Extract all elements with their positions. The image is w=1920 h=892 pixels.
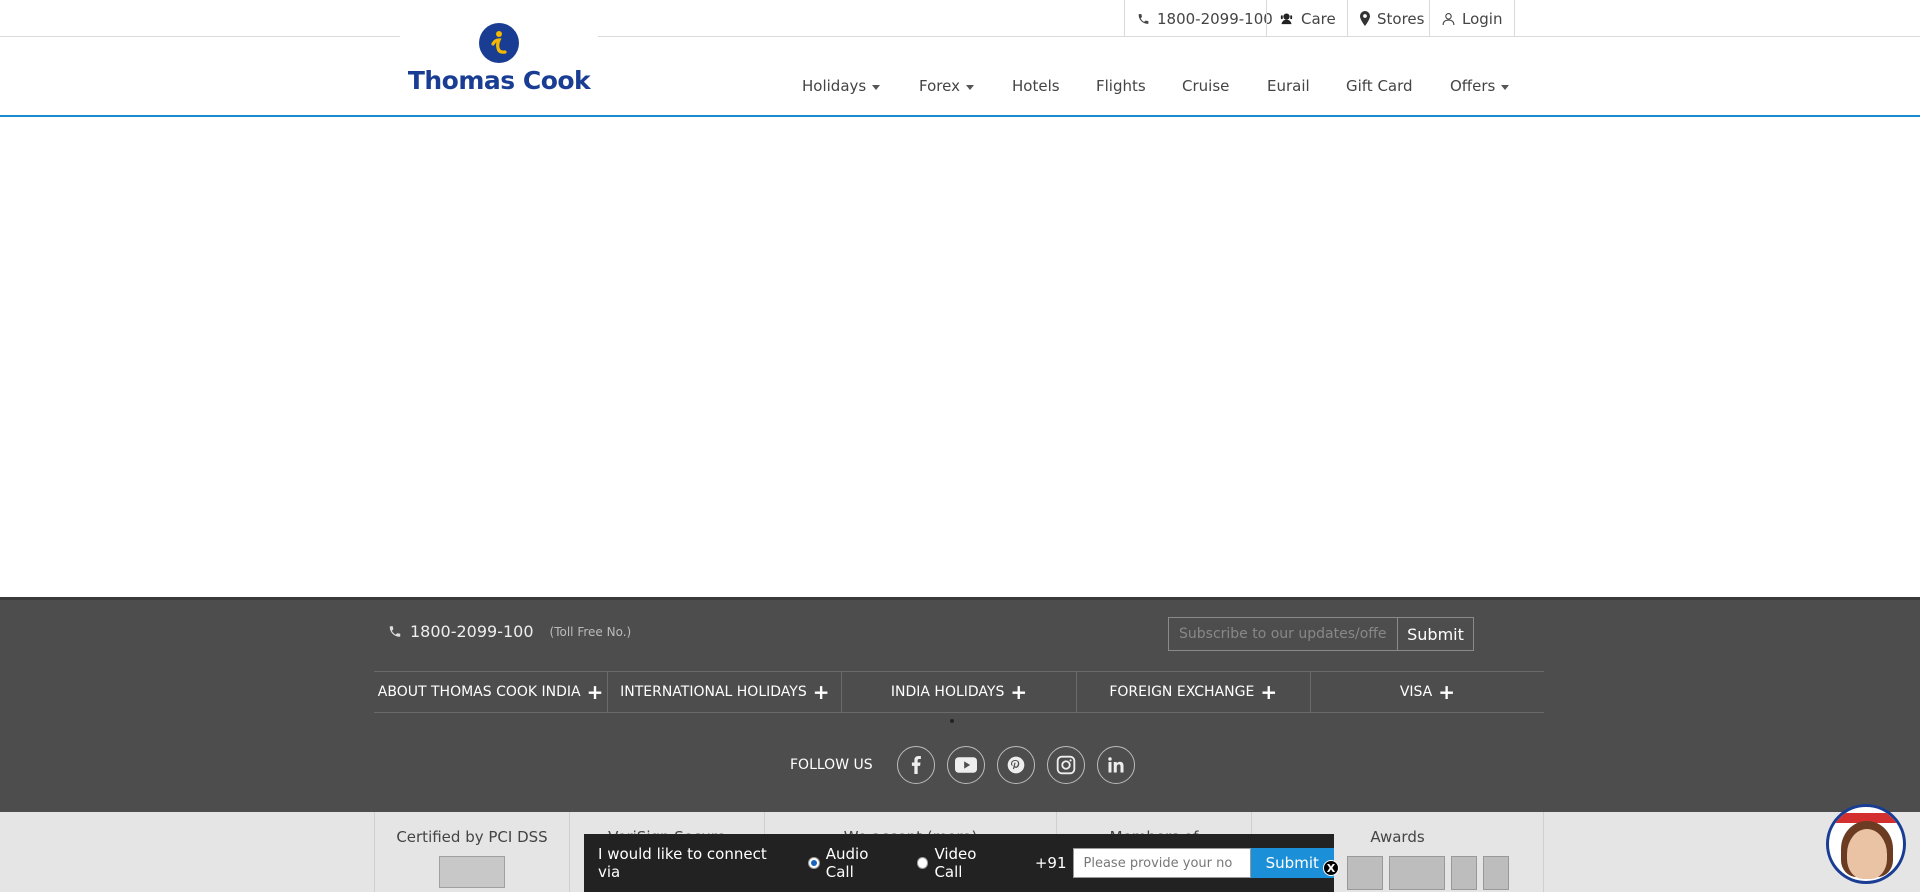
connect-label: I would like to connect via: [598, 845, 767, 881]
brand-logo[interactable]: Thomas Cook: [400, 0, 598, 109]
cert-pci-dss: Certified by PCI DSS: [375, 812, 570, 892]
section-about[interactable]: ABOUT THOMAS COOK INDIA +: [374, 672, 609, 712]
award-badge: [1482, 856, 1509, 890]
caret-down-icon: [872, 84, 881, 90]
plus-icon: +: [1438, 680, 1456, 704]
login-link[interactable]: Login: [1429, 0, 1516, 37]
avatar-face: [1847, 829, 1887, 879]
chat-assistant-avatar[interactable]: [1826, 804, 1906, 884]
toll-free-label: (Toll Free No.): [549, 624, 632, 639]
phone-link[interactable]: 1800-2099-100: [1124, 0, 1285, 37]
separator-dot: [950, 719, 954, 723]
award-badge: [1346, 856, 1383, 890]
phone-icon: [1138, 13, 1149, 24]
section-label: ABOUT THOMAS COOK INDIA: [377, 684, 581, 700]
award-badge: [1450, 856, 1477, 890]
follow-us-label: FOLLOW US: [790, 757, 873, 773]
caret-down-icon: [1501, 84, 1510, 90]
thomas-cook-globe-icon: [479, 23, 519, 63]
section-label: INTERNATIONAL HOLIDAYS: [620, 684, 807, 700]
subscribe-form: Submit: [1168, 617, 1474, 651]
nav-gift-card[interactable]: Gift Card: [1346, 77, 1413, 95]
section-india-holidays[interactable]: INDIA HOLIDAYS +: [842, 672, 1077, 712]
top-utility-bar: 1800-2099-100 Care Stores Login: [0, 0, 1920, 37]
award-badge: [1388, 856, 1445, 890]
logo-text: Thomas Cook: [407, 66, 591, 95]
nav-label: Gift Card: [1346, 77, 1413, 95]
plus-icon: +: [586, 680, 604, 704]
stores-link[interactable]: Stores: [1347, 0, 1436, 37]
phone-label: 1800-2099-100: [1157, 9, 1273, 28]
section-international-holidays[interactable]: INTERNATIONAL HOLIDAYS +: [608, 672, 843, 712]
care-icon: [1280, 13, 1293, 25]
caret-down-icon: [965, 84, 974, 90]
youtube-icon[interactable]: [946, 746, 985, 784]
facebook-icon[interactable]: [896, 746, 935, 784]
video-call-radio[interactable]: Video Call: [916, 845, 1007, 881]
user-icon: [1442, 12, 1455, 25]
close-button[interactable]: X: [1323, 860, 1339, 876]
nav-holidays[interactable]: Holidays: [802, 77, 881, 95]
linkedin-icon[interactable]: [1096, 746, 1135, 784]
section-foreign-exchange[interactable]: FOREIGN EXCHANGE +: [1077, 672, 1311, 712]
plus-icon: +: [812, 680, 830, 704]
radio-label: Audio Call: [825, 845, 869, 881]
nav-label: Cruise: [1182, 77, 1230, 95]
radio-label: Video Call: [934, 845, 977, 881]
nav-forex[interactable]: Forex: [919, 77, 974, 95]
care-label: Care: [1301, 9, 1336, 28]
section-visa[interactable]: VISA +: [1311, 672, 1544, 712]
plus-icon: +: [1010, 680, 1028, 704]
section-label: FOREIGN EXCHANGE: [1109, 684, 1255, 700]
footer-phone[interactable]: 1800-2099-100 (Toll Free No.): [388, 622, 631, 641]
nav-cruise[interactable]: Cruise: [1182, 77, 1229, 95]
phone-number-input[interactable]: [1072, 848, 1251, 878]
nav-label: Flights: [1096, 77, 1146, 95]
pci-dss-badge: [439, 856, 505, 888]
radio-unselected-icon: [916, 857, 929, 869]
nav-label: Eurail: [1267, 77, 1310, 95]
connect-submit-button[interactable]: Submit: [1250, 848, 1335, 878]
footer: 1800-2099-100 (Toll Free No.) Submit ABO…: [0, 597, 1920, 812]
plus-icon: +: [1260, 680, 1278, 704]
nav-offers[interactable]: Offers: [1450, 77, 1510, 95]
connect-callback-bar: I would like to connect via Audio Call V…: [584, 834, 1339, 892]
subscribe-input[interactable]: [1168, 617, 1398, 651]
subscribe-submit-button[interactable]: Submit: [1398, 617, 1474, 651]
nav-hotels[interactable]: Hotels: [1012, 77, 1060, 95]
instagram-icon[interactable]: [1046, 746, 1085, 784]
follow-us: FOLLOW US: [790, 746, 1135, 784]
phone-icon: [389, 626, 401, 637]
audio-call-radio[interactable]: Audio Call: [808, 845, 899, 881]
footer-sections: ABOUT THOMAS COOK INDIA + INTERNATIONAL …: [374, 671, 1544, 713]
login-label: Login: [1462, 9, 1503, 28]
nav-label: Holidays: [802, 77, 867, 95]
nav-divider: [0, 115, 1920, 117]
nav-eurail[interactable]: Eurail: [1267, 77, 1310, 95]
footer-phone-number: 1800-2099-100: [410, 622, 534, 641]
award-badges: [1346, 856, 1509, 890]
nav-flights[interactable]: Flights: [1096, 77, 1146, 95]
stores-label: Stores: [1377, 9, 1425, 28]
section-label: INDIA HOLIDAYS: [890, 684, 1005, 700]
care-link[interactable]: Care: [1266, 0, 1348, 37]
country-code: +91: [1034, 854, 1067, 872]
cert-title: Awards: [1370, 828, 1425, 846]
section-label: VISA: [1399, 684, 1433, 700]
radio-selected-icon: [808, 857, 820, 869]
nav-label: Offers: [1450, 77, 1496, 95]
nav-label: Forex: [919, 77, 960, 95]
pinterest-icon[interactable]: [996, 746, 1035, 784]
nav-label: Hotels: [1012, 77, 1060, 95]
cert-title: Certified by PCI DSS: [396, 828, 548, 846]
location-pin-icon: [1360, 11, 1370, 26]
